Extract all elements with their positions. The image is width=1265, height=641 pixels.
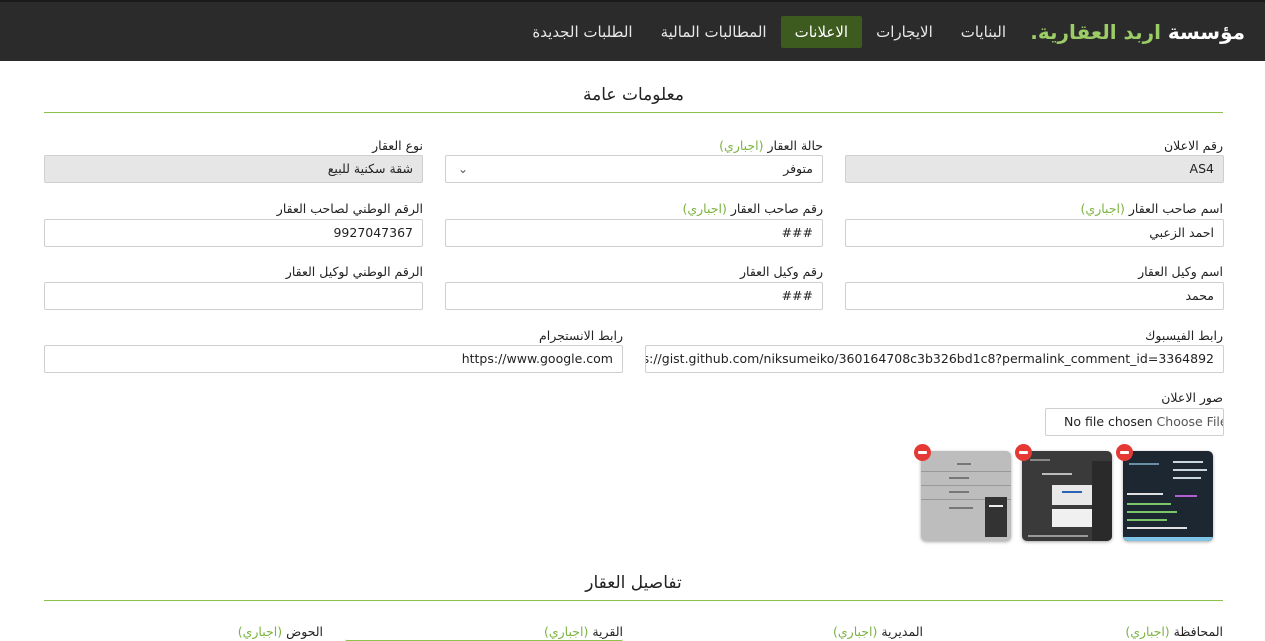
ad-number-field: AS4 xyxy=(845,155,1224,183)
directorate-label: المديرية (اجباري) xyxy=(833,624,923,639)
property-status-select[interactable]: متوفر ⌄ xyxy=(445,155,823,183)
required-tag: (اجباري) xyxy=(1080,201,1125,216)
nav-item-rentals[interactable]: الايجارات xyxy=(862,16,947,48)
remove-photo-icon[interactable] xyxy=(1015,444,1032,461)
photos-label: صور الاعلان xyxy=(1161,390,1223,405)
brand-logo[interactable]: مؤسسة اربد العقارية. xyxy=(1030,20,1245,44)
required-tag: (اجباري) xyxy=(1125,624,1170,639)
general-info-divider xyxy=(44,112,1223,113)
property-status-value: متوفر xyxy=(783,161,813,176)
owner-number-label: رقم صاحب العقار (اجباري) xyxy=(682,201,823,216)
nav-item-financial-claims[interactable]: المطالبات المالية xyxy=(647,16,781,48)
agent-name-label: اسم وكيل العقار xyxy=(1138,264,1223,279)
owner-national-id-label: الرقم الوطني لصاحب العقار xyxy=(276,201,423,216)
ad-photo-thumbnail[interactable] xyxy=(921,451,1011,541)
chevron-down-icon: ⌄ xyxy=(458,162,469,176)
governorate-label-text: المحافظة xyxy=(1173,624,1223,639)
brand-accent: اربد العقارية. xyxy=(1030,20,1161,44)
owner-national-id-input[interactable]: 9927047367 xyxy=(44,219,423,247)
owner-number-label-text: رقم صاحب العقار xyxy=(730,201,823,216)
facebook-input[interactable]: https://gist.github.com/niksumeiko/36016… xyxy=(645,345,1224,373)
file-input[interactable]: No file chosen Choose Files xyxy=(1045,408,1224,436)
agent-name-input[interactable]: محمد xyxy=(845,282,1224,310)
owner-name-input[interactable]: احمد الزعبي xyxy=(845,219,1224,247)
remove-photo-icon[interactable] xyxy=(1116,444,1133,461)
required-tag: (اجباري) xyxy=(237,624,283,639)
brand-name: مؤسسة xyxy=(1167,20,1245,44)
agent-number-input[interactable]: ### xyxy=(445,282,823,310)
ad-photo-thumbnail[interactable] xyxy=(1123,451,1213,541)
facebook-label: رابط الفيسبوك xyxy=(1145,328,1223,343)
property-details-heading: تفاصيل العقار xyxy=(585,573,682,593)
basin-label-text: الحوض xyxy=(286,624,323,639)
governorate-label: المحافظة (اجباري) xyxy=(1125,624,1223,639)
ad-photo-thumbnail[interactable] xyxy=(1022,451,1112,541)
directorate-label-text: المديرية xyxy=(881,624,923,639)
required-tag: (اجباري) xyxy=(719,138,764,153)
required-tag: (اجباري) xyxy=(682,201,727,216)
property-status-label: حالة العقار (اجباري) xyxy=(719,138,823,153)
nav-item-buildings[interactable]: البنايات xyxy=(947,16,1020,48)
top-navbar: مؤسسة اربد العقارية. البنايات الايجارات … xyxy=(0,0,1265,61)
owner-name-label-text: اسم صاحب العقار xyxy=(1128,201,1223,216)
agent-national-id-label: الرقم الوطني لوكيل العقار xyxy=(285,264,423,279)
choose-files-button[interactable]: Choose Files xyxy=(1157,414,1223,429)
general-info-heading: معلومات عامة xyxy=(583,85,684,105)
file-status: No file chosen xyxy=(1064,414,1153,429)
agent-national-id-input[interactable] xyxy=(44,282,423,310)
nav-item-new-requests[interactable]: الطلبات الجديدة xyxy=(518,16,646,48)
main-nav: البنايات الايجارات الاعلانات المطالبات ا… xyxy=(518,16,1020,48)
ad-number-label: رقم الاعلان xyxy=(1163,138,1223,153)
property-type-field: شقة سكنية للبيع xyxy=(44,155,423,183)
owner-name-label: اسم صاحب العقار (اجباري) xyxy=(1081,201,1223,216)
instagram-input[interactable]: https://www.google.com xyxy=(44,345,623,373)
basin-label: الحوض (اجباري) xyxy=(238,624,323,639)
property-type-label: نوع العقار xyxy=(372,138,423,153)
nav-item-ads[interactable]: الاعلانات xyxy=(780,16,863,48)
village-select[interactable] xyxy=(345,636,623,641)
owner-number-input[interactable]: ### xyxy=(445,219,823,247)
property-details-divider xyxy=(44,600,1223,601)
property-status-label-text: حالة العقار xyxy=(767,138,824,153)
required-tag: (اجباري) xyxy=(833,624,878,639)
agent-number-label: رقم وكيل العقار xyxy=(740,264,823,279)
remove-photo-icon[interactable] xyxy=(914,444,931,461)
instagram-label: رابط الانستجرام xyxy=(538,328,623,343)
